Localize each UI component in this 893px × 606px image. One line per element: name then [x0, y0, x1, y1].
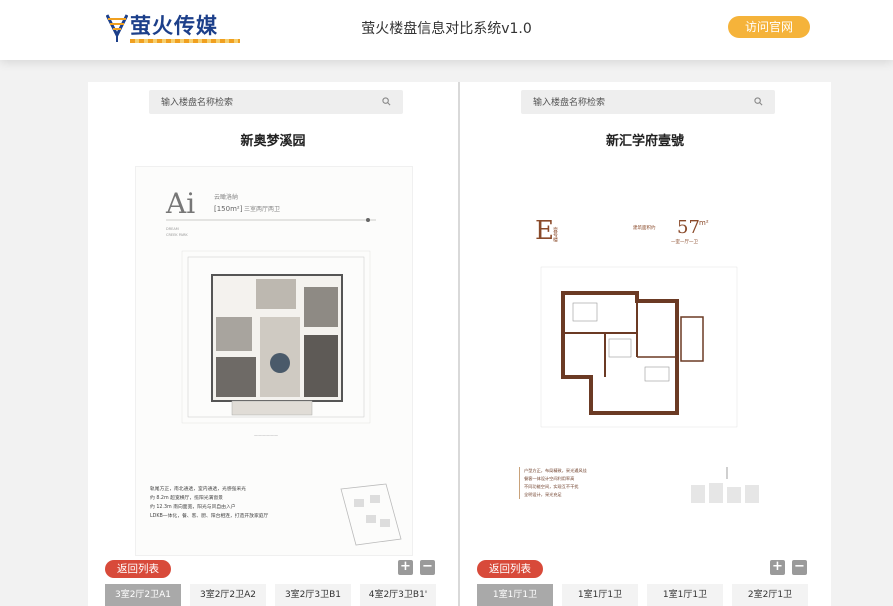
back-to-list-button[interactable]: 返回列表: [105, 560, 171, 578]
unit-type-tab[interactable]: 1室1厅1卫: [647, 584, 723, 606]
plan-layout: 一室一厅一卫: [671, 238, 698, 245]
property-name: 新汇学府壹號: [605, 134, 684, 149]
plan-type-vertical: 壹号楼: [552, 226, 558, 243]
property-name: 新奥梦溪园: [240, 134, 306, 149]
plan-note: 约 12.3m 南向面宽，阳光与风自由入户: [150, 505, 236, 510]
plan-note: 轨尾方正，南北通透，室内通透，光感强采光: [150, 487, 246, 492]
unit-type-tab[interactable]: 2室2厅1卫: [732, 584, 808, 606]
plan-layout: 三室两厅两卫: [244, 205, 280, 213]
plan-note: 约 8.2m 超宽横厅，揽阳光满窗景: [150, 496, 223, 501]
unit-type-tab[interactable]: 3室2厅2卫A1: [105, 584, 181, 606]
unit-type-list: 1室1厅1卫 1室1厅1卫 1室1厅1卫 2室2厅1卫: [477, 584, 827, 606]
plan-brand-en-1: DREAM: [166, 227, 179, 231]
search-input[interactable]: [159, 93, 373, 113]
top-bar: 萤火传媒 萤火楼盘信息对比系统v1.0 访问官网: [0, 0, 893, 60]
floor-plan-image: E 壹号楼 建筑面积约 57 m² 一室一厅一卫 户型方正，布局精致，采光通风佳…: [504, 166, 782, 556]
plan-area-prefix: 建筑面积约: [633, 224, 656, 231]
search-input[interactable]: [531, 93, 745, 113]
site-key-plan: [340, 483, 402, 546]
visit-website-button[interactable]: 访问官网: [728, 16, 810, 38]
plan-notes: 户型方正，布局精致，采光通风佳 餐客一体设计空间利用率高 不同功能空间，实现互不…: [519, 467, 624, 499]
unit-type-tab[interactable]: 3室2厅2卫A2: [190, 584, 266, 606]
plan-note: 不同功能空间，实现互不干扰: [524, 484, 579, 489]
floor-plan-image: Ai 云瞰洛納 [150m²] 三室两厅两卫 DREAM CREEK PARK: [135, 166, 413, 556]
zoom-in-button[interactable]: +: [770, 560, 785, 575]
plan-area: [150m²]: [214, 205, 243, 213]
zoom-out-button[interactable]: −: [792, 560, 807, 575]
plan-brand-en-2: CREEK PARK: [166, 233, 188, 237]
property-panel-right: 新汇学府壹號 E 壹号楼 建筑面积约 57 m² 一室一厅一卫: [460, 82, 830, 606]
zoom-out-button[interactable]: −: [420, 560, 435, 575]
plan-area-unit: m²: [699, 219, 709, 227]
unit-type-tab[interactable]: 3室2厅3卫B1: [275, 584, 351, 606]
property-panel-left: 新奥梦溪园 Ai 云瞰洛納 [150m²] 三室两厅两卫 DREAM CREEK…: [88, 82, 458, 606]
unit-type-list: 3室2厅2卫A1 3室2厅2卫A2 3室2厅3卫B1 4室2厅3卫B1': [105, 584, 455, 606]
search-box[interactable]: [149, 90, 403, 114]
zoom-in-button[interactable]: +: [398, 560, 413, 575]
svg-text:——————: ——————: [254, 433, 278, 438]
plan-note: 全明设计，采光充足: [524, 492, 562, 497]
logo-underline: [130, 39, 240, 43]
plan-note: 餐客一体设计空间利用率高: [524, 476, 575, 481]
search-icon[interactable]: [754, 97, 763, 106]
unit-type-tab[interactable]: 1室1厅1卫: [562, 584, 638, 606]
plan-notes: 轨尾方正，南北通透，室内通透，光感强采光 约 8.2m 超宽横厅，揽阳光满窗景 …: [150, 485, 320, 521]
plan-note: 户型方正，布局精致，采光通风佳: [524, 468, 587, 473]
unit-type-tab[interactable]: 1室1厅1卫: [477, 584, 553, 606]
back-to-list-button[interactable]: 返回列表: [477, 560, 543, 578]
plan-area-value: 57: [677, 217, 700, 238]
search-icon[interactable]: [382, 97, 391, 106]
site-key-plan: [691, 467, 759, 503]
search-box[interactable]: [521, 90, 775, 114]
comparison-area: 新奥梦溪园 Ai 云瞰洛納 [150m²] 三室两厅两卫 DREAM CREEK…: [88, 82, 831, 606]
plan-note: LDKB一体化，餐、客、厨、阳台相连，打造开放家庭厅: [150, 514, 269, 519]
plan-type-title: 云瞰洛納: [214, 193, 238, 201]
unit-type-tab[interactable]: 4室2厅3卫B1': [360, 584, 436, 606]
plan-type-code: Ai: [165, 187, 195, 220]
